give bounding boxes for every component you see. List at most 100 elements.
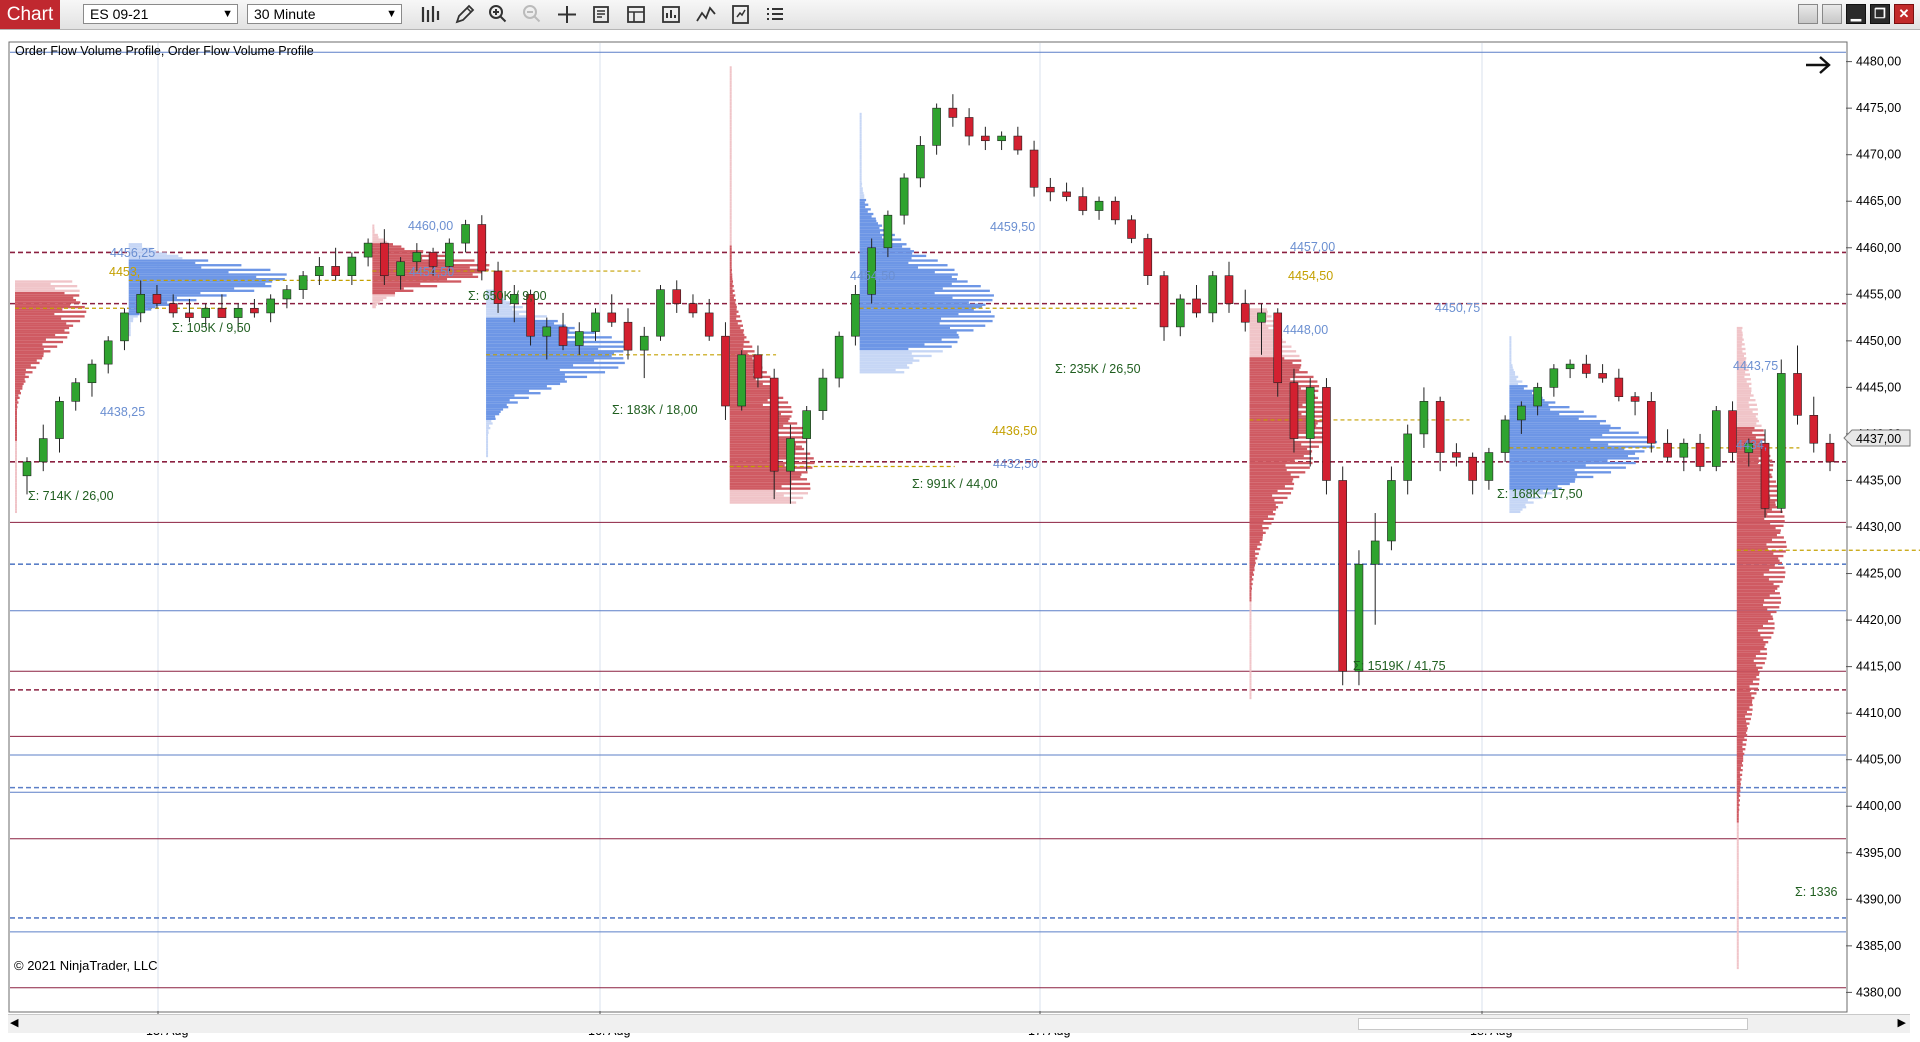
restore-button[interactable] xyxy=(1798,4,1818,24)
profile-bar xyxy=(1736,457,1759,460)
profile-bar xyxy=(1736,752,1745,756)
list-icon[interactable] xyxy=(763,3,787,26)
interval-selector[interactable]: 30 Minute ▼ xyxy=(247,4,402,24)
candle-body xyxy=(1387,480,1396,542)
profile-bar xyxy=(859,352,912,355)
profile-bar xyxy=(1249,380,1318,383)
profile-bar xyxy=(1509,352,1512,355)
indicators-icon[interactable] xyxy=(694,3,718,26)
profile-bar xyxy=(1736,941,1739,944)
profile-bar xyxy=(1736,387,1752,390)
templates-icon[interactable] xyxy=(729,3,753,26)
profile-bar xyxy=(859,222,878,225)
profile-bar xyxy=(729,257,732,260)
profile-bar xyxy=(729,436,808,439)
profile-label: 4448,00 xyxy=(1283,323,1328,337)
maximize-button[interactable]: ❐ xyxy=(1870,4,1890,24)
profile-bar xyxy=(486,359,595,362)
profile-bar xyxy=(1249,654,1252,658)
price-chart[interactable]: 4456,25 4453, 4438,25 Σ: 714K / 26,00 Σ: 105… xyxy=(0,30,1920,1042)
strategies-icon[interactable] xyxy=(659,3,683,26)
properties-icon[interactable] xyxy=(624,3,648,26)
profile-bar xyxy=(1249,496,1288,500)
profile-bar xyxy=(15,461,17,465)
close-button[interactable]: ✕ xyxy=(1894,4,1914,24)
profile-bar xyxy=(15,287,55,290)
profile-bar xyxy=(128,271,229,274)
data-box-icon[interactable] xyxy=(590,3,614,26)
profile-bar xyxy=(1736,759,1744,763)
profile-bar xyxy=(1736,380,1747,383)
candle-body xyxy=(591,312,600,332)
candle-body xyxy=(282,289,292,300)
profile-bar xyxy=(1249,445,1319,448)
scroll-thumb[interactable] xyxy=(1358,1018,1748,1030)
profile-bar xyxy=(1736,620,1769,623)
profile-bar xyxy=(729,261,732,265)
candle-body xyxy=(1419,401,1429,435)
instrument-selector[interactable]: ES 09-21 ▼ xyxy=(83,4,238,24)
profile-bar xyxy=(1249,568,1255,572)
profile-bar xyxy=(1509,350,1512,353)
profile-bar xyxy=(1509,508,1523,511)
profile-bar xyxy=(729,385,774,388)
profile-bar xyxy=(15,510,17,514)
profile-bar xyxy=(486,443,489,446)
profile-bar xyxy=(1249,617,1252,621)
profile-bar xyxy=(1249,533,1263,537)
profile-bar xyxy=(486,345,628,348)
profile-bar xyxy=(1736,671,1760,674)
zoom-out-icon[interactable] xyxy=(520,3,544,26)
candle-body xyxy=(103,340,113,365)
scroll-right-icon[interactable]: ▶ xyxy=(1898,1016,1906,1029)
profile-bar xyxy=(1509,345,1512,348)
profile-bar xyxy=(1736,675,1757,679)
profile-bar xyxy=(1736,938,1739,942)
profile-bar xyxy=(1736,880,1739,884)
profile-bar xyxy=(1249,692,1252,695)
profile-bar xyxy=(1736,538,1773,541)
profile-bar xyxy=(1736,487,1762,490)
profile-bar xyxy=(372,285,438,288)
profile-bar xyxy=(859,198,867,202)
candle-body xyxy=(1240,303,1250,323)
profile-bar xyxy=(729,201,732,204)
price-axis[interactable]: 4480,00 4475,00 4470,00 4465,00 4460,00 4455,… xyxy=(1846,55,1901,1000)
horizontal-scrollbar[interactable]: ◀ ▶ xyxy=(8,1014,1910,1033)
minimize-button[interactable]: ▁ xyxy=(1846,4,1866,24)
profile-bar xyxy=(729,140,732,144)
profile-bar xyxy=(1249,643,1252,646)
profile-bar xyxy=(1736,903,1739,907)
profile-bar xyxy=(729,68,732,71)
profile-bar xyxy=(1736,838,1739,842)
zoom-in-icon[interactable] xyxy=(486,3,510,26)
profile-bar xyxy=(1249,308,1267,311)
profile-bar xyxy=(1249,531,1266,534)
candle-body xyxy=(1825,442,1835,463)
profile-bar xyxy=(1249,489,1278,493)
chart-tab[interactable]: Chart xyxy=(0,0,60,29)
profile-bar xyxy=(1249,468,1287,472)
tile-button[interactable] xyxy=(1822,4,1842,24)
profile-bar xyxy=(729,273,733,276)
profile-bar xyxy=(729,210,732,213)
candle-body xyxy=(331,266,340,276)
profile-bar xyxy=(1736,650,1761,653)
profile-bar xyxy=(729,429,777,432)
profile-bar xyxy=(1736,350,1743,353)
scroll-left-icon[interactable]: ◀ xyxy=(10,1016,18,1029)
profile-bar xyxy=(859,238,902,241)
profile-bar xyxy=(1736,713,1752,716)
pencil-icon[interactable] xyxy=(452,3,476,26)
profile-bar xyxy=(1736,615,1773,618)
profile-bar xyxy=(859,366,910,369)
current-price-label: 4437,00 xyxy=(1856,432,1901,446)
crosshair-icon[interactable] xyxy=(555,3,579,26)
candle-body xyxy=(932,107,941,146)
profile-bar xyxy=(1736,952,1739,956)
profile-bar xyxy=(729,161,732,164)
profile-bar xyxy=(859,145,862,148)
bar-type-icon[interactable] xyxy=(418,3,442,26)
profile-bar xyxy=(729,278,733,281)
profile-bar xyxy=(859,338,942,341)
